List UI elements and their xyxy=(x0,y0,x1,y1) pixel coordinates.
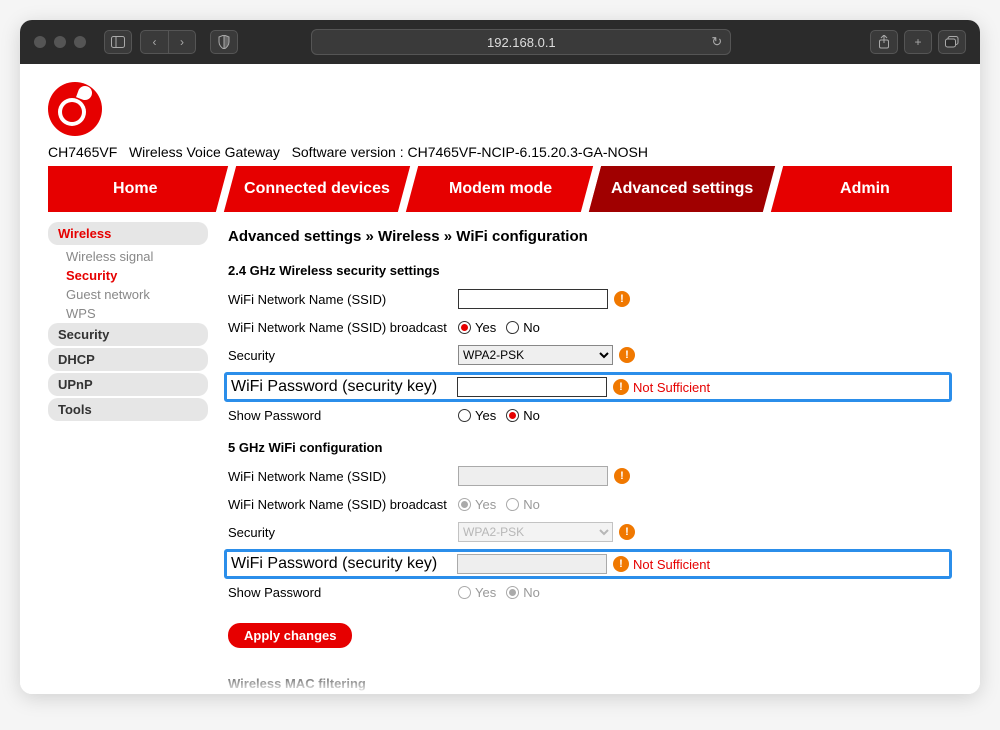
new-tab-icon[interactable]: + xyxy=(904,30,932,54)
password-5-row-highlight: WiFi Password (security key) ! Not Suffi… xyxy=(224,549,952,579)
showpw-5-no-radio xyxy=(506,586,519,599)
browser-chrome: ‹ › 192.168.0.1 ↻ + xyxy=(20,20,980,64)
breadcrumb: Advanced settings » Wireless » WiFi conf… xyxy=(228,228,952,245)
back-button[interactable]: ‹ xyxy=(140,30,168,54)
sidebar-wps[interactable]: WPS xyxy=(48,304,208,323)
traffic-lights xyxy=(34,36,86,48)
section-24ghz-title: 2.4 GHz Wireless security settings xyxy=(228,263,952,278)
address-text: 192.168.0.1 xyxy=(487,35,556,50)
sw-version: CH7465VF-NCIP-6.15.20.3-GA-NOSH xyxy=(408,144,648,160)
sidebar-dhcp[interactable]: DHCP xyxy=(48,348,208,371)
showpw-24-label: Show Password xyxy=(228,408,458,423)
password-24-input[interactable] xyxy=(457,377,607,397)
showpw-24-no-radio[interactable] xyxy=(506,409,519,422)
warning-icon: ! xyxy=(614,468,630,484)
sidebar-guest-network[interactable]: Guest network xyxy=(48,285,208,304)
close-window-icon[interactable] xyxy=(34,36,46,48)
main-panel: Advanced settings » Wireless » WiFi conf… xyxy=(218,222,952,694)
password-24-error: Not Sufficient xyxy=(633,380,710,395)
showpw-5-label: Show Password xyxy=(228,585,458,600)
security-5-label: Security xyxy=(228,525,458,540)
shield-icon[interactable] xyxy=(210,30,238,54)
main-nav: Home Connected devices Modem mode Advanc… xyxy=(48,166,952,212)
showpw-24-yes-radio[interactable] xyxy=(458,409,471,422)
showpw-24-no-label: No xyxy=(523,408,540,423)
broadcast-5-no-radio xyxy=(506,498,519,511)
device-info: CH7465VF Wireless Voice Gateway Software… xyxy=(48,144,952,160)
share-icon[interactable] xyxy=(870,30,898,54)
warning-icon: ! xyxy=(613,379,629,395)
broadcast-5-yes-radio xyxy=(458,498,471,511)
ssid-5-input xyxy=(458,466,608,486)
password-5-error: Not Sufficient xyxy=(633,557,710,572)
broadcast-5-label: WiFi Network Name (SSID) broadcast xyxy=(228,497,458,512)
showpw-5-yes-radio xyxy=(458,586,471,599)
nav-home[interactable]: Home xyxy=(42,166,237,212)
broadcast-5-no-label: No xyxy=(523,497,540,512)
broadcast-24-no-label: No xyxy=(523,320,540,335)
nav-connected-devices[interactable]: Connected devices xyxy=(224,166,419,212)
warning-icon: ! xyxy=(614,291,630,307)
broadcast-24-no-radio[interactable] xyxy=(506,321,519,334)
security-24-select[interactable]: WPA2-PSK xyxy=(458,345,613,365)
maximize-window-icon[interactable] xyxy=(74,36,86,48)
sidebar-security-sub[interactable]: Security xyxy=(48,266,208,285)
product: Wireless Voice Gateway xyxy=(129,144,280,160)
nav-modem-mode[interactable]: Modem mode xyxy=(407,166,602,212)
model: CH7465VF xyxy=(48,144,117,160)
broadcast-24-yes-label: Yes xyxy=(475,320,496,335)
sidebar-wireless[interactable]: Wireless xyxy=(48,222,208,245)
page-content: CH7465VF Wireless Voice Gateway Software… xyxy=(20,64,980,694)
nav-admin[interactable]: Admin xyxy=(771,166,958,212)
ssid-5-label: WiFi Network Name (SSID) xyxy=(228,469,458,484)
minimize-window-icon[interactable] xyxy=(54,36,66,48)
broadcast-24-yes-radio[interactable] xyxy=(458,321,471,334)
showpw-5-yes-label: Yes xyxy=(475,585,496,600)
sw-label: Software version : xyxy=(292,144,404,160)
apply-changes-button[interactable]: Apply changes xyxy=(228,623,352,648)
sidebar: Wireless Wireless signal Security Guest … xyxy=(48,222,218,694)
vodafone-logo-icon xyxy=(48,82,102,136)
ssid-24-input[interactable] xyxy=(458,289,608,309)
broadcast-24-label: WiFi Network Name (SSID) broadcast xyxy=(228,320,458,335)
section-5ghz-title: 5 GHz WiFi configuration xyxy=(228,440,952,455)
warning-icon: ! xyxy=(619,524,635,540)
sidebar-tools[interactable]: Tools xyxy=(48,398,208,421)
browser-window: ‹ › 192.168.0.1 ↻ + CH7465VF Wireless Vo… xyxy=(20,20,980,694)
password-24-label: WiFi Password (security key) xyxy=(231,378,457,396)
sidebar-upnp[interactable]: UPnP xyxy=(48,373,208,396)
sidebar-wireless-signal[interactable]: Wireless signal xyxy=(48,247,208,266)
security-24-label: Security xyxy=(228,348,458,363)
warning-icon: ! xyxy=(613,556,629,572)
broadcast-5-yes-label: Yes xyxy=(475,497,496,512)
password-24-row-highlight: WiFi Password (security key) ! Not Suffi… xyxy=(224,372,952,402)
security-5-select: WPA2-PSK xyxy=(458,522,613,542)
mac-filtering-title: Wireless MAC filtering xyxy=(228,676,952,691)
sidebar-toggle-icon[interactable] xyxy=(104,30,132,54)
password-5-label: WiFi Password (security key) xyxy=(231,555,457,573)
showpw-24-yes-label: Yes xyxy=(475,408,496,423)
address-bar[interactable]: 192.168.0.1 ↻ xyxy=(311,29,731,55)
ssid-24-label: WiFi Network Name (SSID) xyxy=(228,292,458,307)
password-5-input xyxy=(457,554,607,574)
showpw-5-no-label: No xyxy=(523,585,540,600)
sidebar-security[interactable]: Security xyxy=(48,323,208,346)
forward-button[interactable]: › xyxy=(168,30,196,54)
warning-icon: ! xyxy=(619,347,635,363)
reload-icon[interactable]: ↻ xyxy=(711,34,722,50)
nav-buttons: ‹ › xyxy=(140,30,196,54)
nav-advanced-settings[interactable]: Advanced settings xyxy=(589,166,784,212)
tabs-icon[interactable] xyxy=(938,30,966,54)
